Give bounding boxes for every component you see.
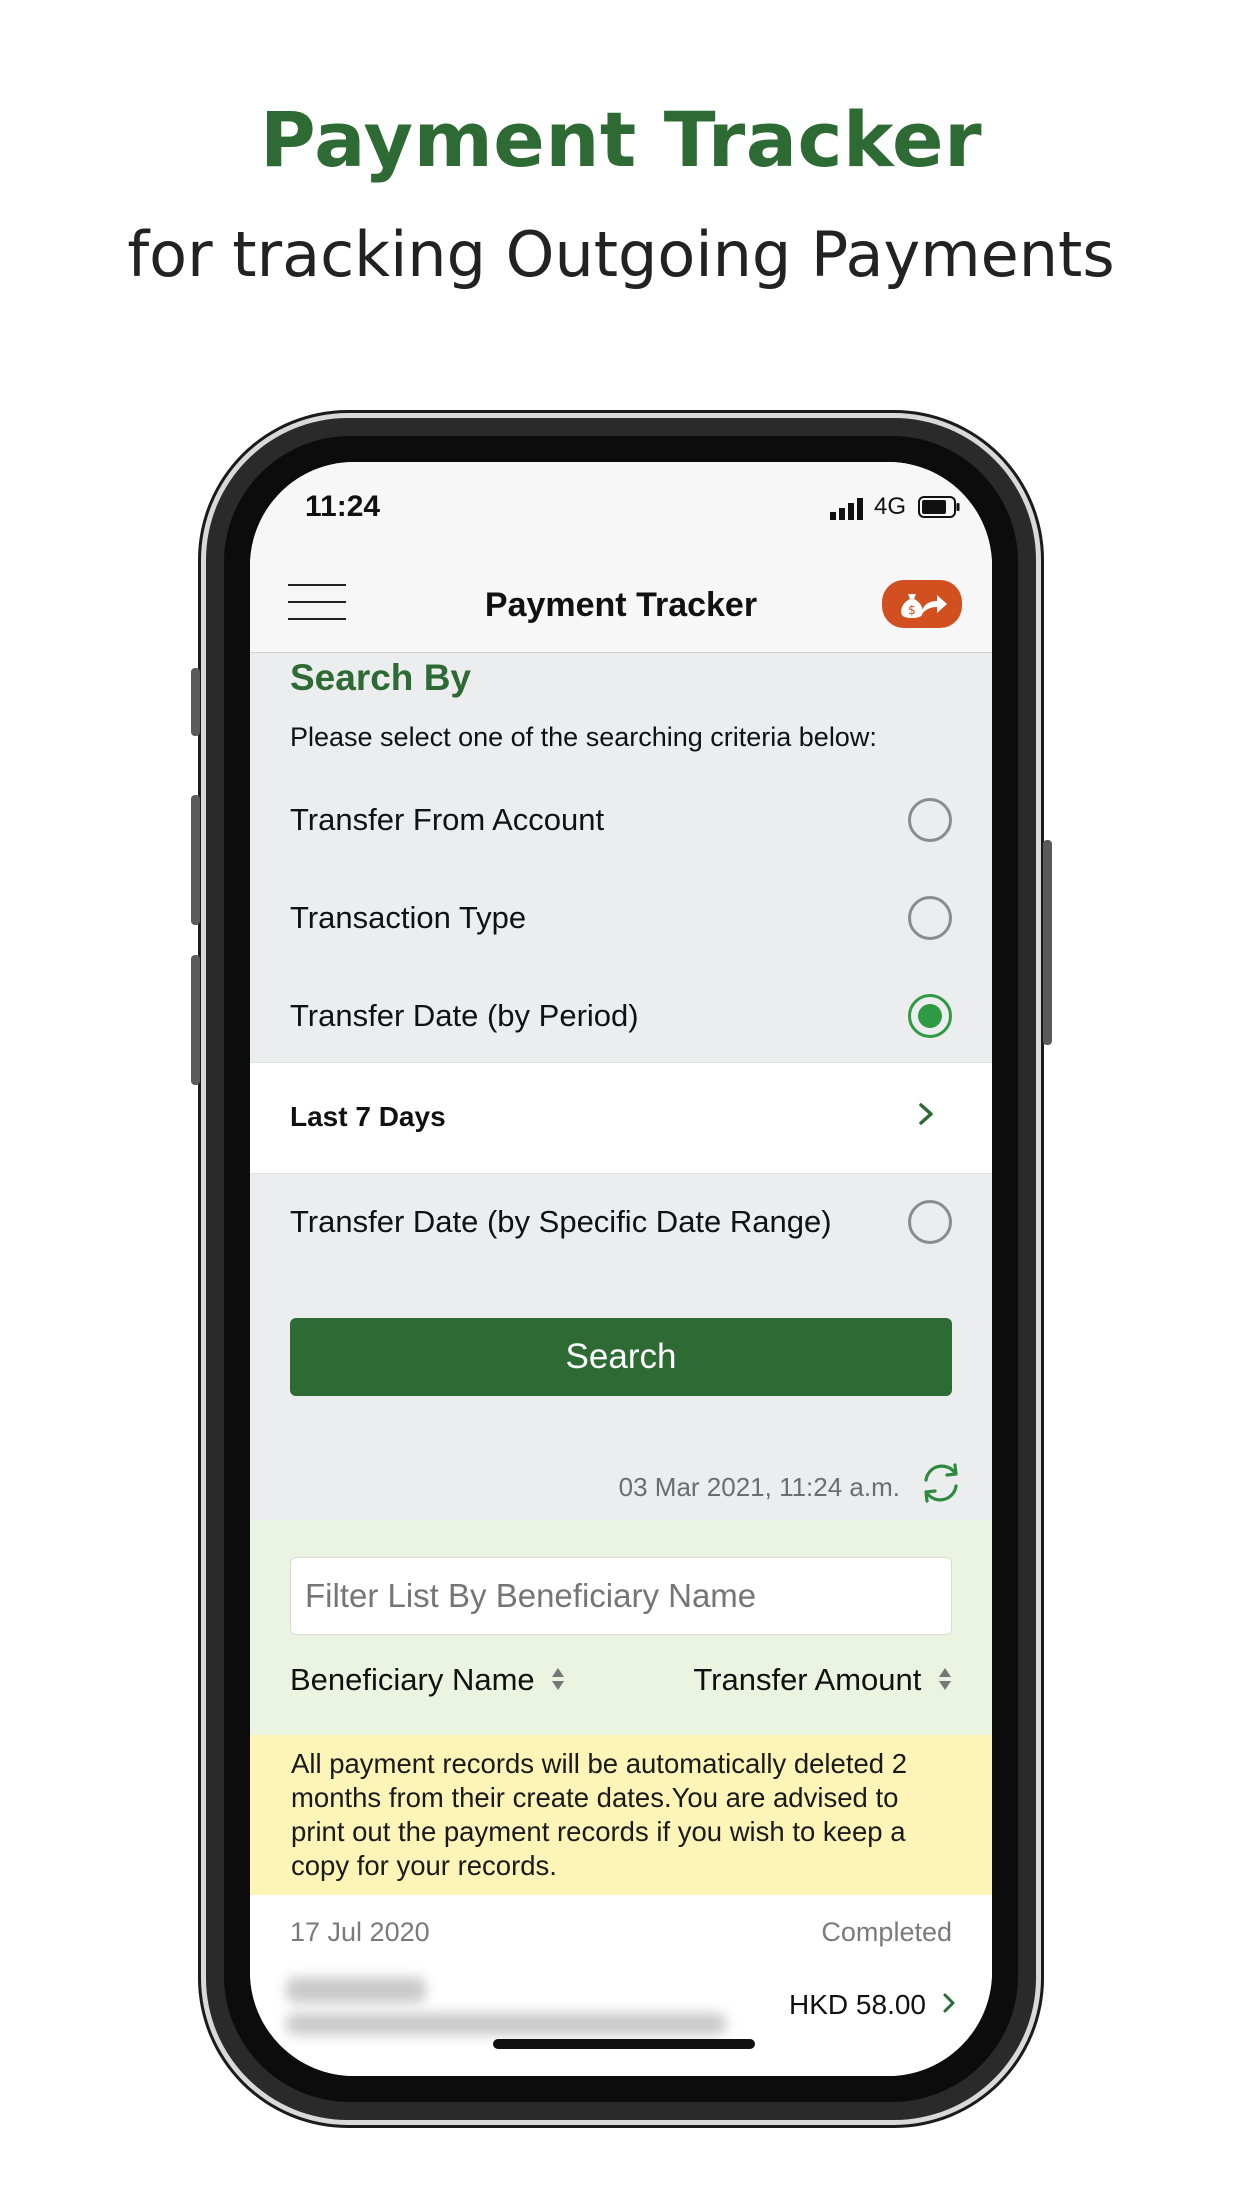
last-updated-timestamp: 03 Mar 2021, 11:24 a.m. [618, 1472, 900, 1502]
option-label: Transaction Type [290, 900, 527, 935]
record-amount: HKD 58.00 [789, 1989, 926, 2020]
home-indicator [493, 2039, 755, 2049]
option-label: Transfer Date (by Specific Date Range) [290, 1204, 832, 1239]
sort-icon [552, 1668, 565, 1690]
option-transfer-date-by-range[interactable]: Transfer Date (by Specific Date Range) [250, 1174, 992, 1270]
hero-subtitle: for tracking Outgoing Payments [127, 218, 1115, 291]
retention-notice-text: All payment records will be automaticall… [291, 1748, 907, 1881]
option-transfer-date-by-period[interactable]: Transfer Date (by Period) [250, 968, 992, 1062]
column-header-beneficiary: Beneficiary Name [290, 1662, 535, 1697]
search-by-title: Search By [290, 657, 471, 698]
phone-silent-switch [191, 668, 200, 736]
option-label: Transfer Date (by Period) [290, 998, 639, 1033]
money-bag-transfer-button[interactable]: $ [882, 580, 962, 628]
nav-bar: Payment Tracker $ [250, 552, 992, 653]
option-transaction-type[interactable]: Transaction Type [250, 870, 992, 966]
option-label: Transfer From Account [290, 802, 605, 837]
status-time: 11:24 [305, 490, 381, 523]
radio-transfer-date-by-period[interactable] [908, 994, 952, 1038]
record-date: 17 Jul 2020 [290, 1917, 430, 1947]
record-status: Completed [821, 1917, 952, 1947]
refresh-icon[interactable] [918, 1460, 964, 1506]
phone-screen: 11:24 4G Payment Tracker $ Search By Ple… [250, 462, 992, 2076]
svg-text:$: $ [908, 603, 916, 617]
nav-title: Payment Tracker [484, 586, 758, 624]
phone-power-button [1043, 840, 1052, 1045]
column-header-amount: Transfer Amount [693, 1662, 922, 1697]
hero-title: Payment Tracker [259, 95, 983, 184]
search-instruction: Please select one of the searching crite… [290, 722, 877, 752]
radio-transaction-type[interactable] [908, 896, 952, 940]
chevron-right-icon [943, 1993, 955, 2013]
signal-icon [830, 498, 863, 520]
period-value: Last 7 Days [290, 1101, 446, 1132]
battery-icon [918, 496, 960, 518]
money-bag-transfer-icon: $ [901, 594, 947, 618]
phone-volume-down-button [191, 955, 200, 1085]
chevron-right-icon [919, 1103, 933, 1125]
search-button[interactable]: Search [290, 1318, 952, 1396]
retention-notice: All payment records will be automaticall… [250, 1735, 992, 1895]
network-type: 4G [874, 493, 907, 520]
beneficiary-filter-input[interactable] [290, 1557, 952, 1635]
radio-transfer-from-account[interactable] [908, 798, 952, 842]
option-transfer-from-account[interactable]: Transfer From Account [250, 772, 992, 868]
sort-beneficiary-name[interactable]: Beneficiary Name [290, 1662, 565, 1698]
radio-transfer-date-by-range[interactable] [908, 1200, 952, 1244]
sort-transfer-amount[interactable]: Transfer Amount [693, 1662, 952, 1698]
sort-icon [939, 1668, 951, 1690]
period-selector[interactable]: Last 7 Days [250, 1062, 992, 1174]
status-bar: 11:24 4G [250, 462, 992, 552]
phone-volume-up-button [191, 795, 200, 925]
